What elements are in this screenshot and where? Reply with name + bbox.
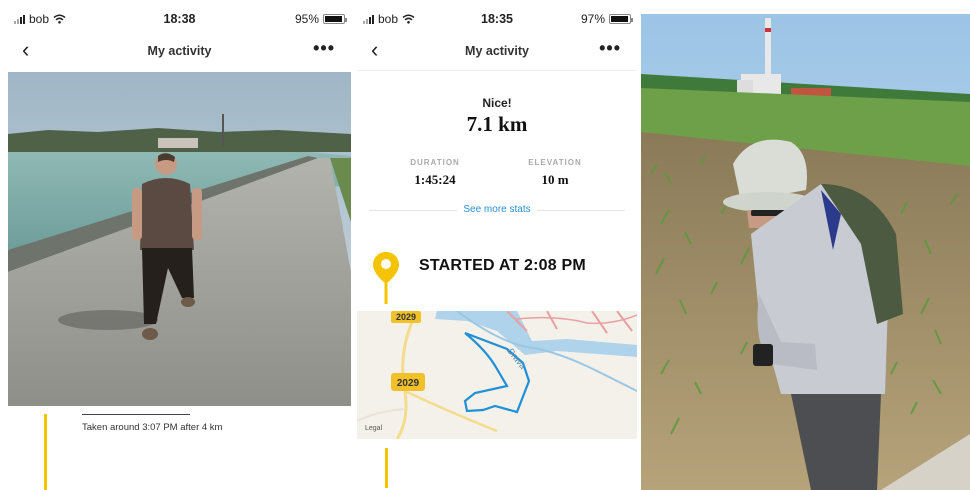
- header-divider: [357, 70, 637, 71]
- caption-divider: [82, 414, 190, 415]
- see-more-label: See more stats: [457, 204, 537, 215]
- page-title: My activity: [465, 44, 529, 58]
- walk-photo[interactable]: [8, 72, 351, 406]
- battery-icon: [609, 14, 633, 24]
- battery-percent: 97%: [580, 12, 605, 26]
- route-map[interactable]: 2029 2029 Drava: [357, 311, 637, 439]
- start-time-label: STARTED AT 2:08 PM: [419, 257, 586, 274]
- nav-bar: ‹ My activity •••: [357, 38, 637, 64]
- field-photo[interactable]: [641, 14, 970, 490]
- nav-bar: ‹ My activity •••: [8, 38, 351, 64]
- stat-value: 10 m: [541, 172, 569, 187]
- field-photo-panel: [641, 14, 970, 490]
- photo-caption: Taken around 3:07 PM after 4 km: [82, 422, 223, 433]
- stat-elevation: ELEVATION 10 m: [505, 158, 605, 188]
- stat-label: ELEVATION: [528, 158, 582, 167]
- stat-value: 1:45:24: [414, 172, 456, 187]
- activity-photo-screen: bob 18:38 95% ‹ My activity ••• Taken ar…: [8, 0, 351, 490]
- page-title: My activity: [147, 44, 212, 58]
- headline: Nice!: [482, 96, 512, 110]
- status-bar: bob 18:38 95%: [8, 12, 351, 28]
- more-options-button[interactable]: •••: [599, 38, 621, 59]
- see-more-stats-link[interactable]: See more stats: [357, 204, 637, 215]
- stat-duration: DURATION 1:45:24: [385, 158, 485, 188]
- location-pin-icon: [373, 252, 399, 304]
- road-label-mid: 2029: [397, 378, 420, 389]
- map-legal-link[interactable]: Legal: [365, 425, 382, 432]
- more-options-button[interactable]: •••: [313, 38, 335, 59]
- activity-summary-screen: bob 18:35 97% ‹ My activity ••• Nice! 7.…: [357, 0, 637, 490]
- timeline-bar: [44, 414, 47, 490]
- timeline-bar: [385, 448, 388, 488]
- screenshot-collage: bob 18:38 95% ‹ My activity ••• Taken ar…: [0, 0, 970, 490]
- battery-percent: 95%: [294, 12, 319, 26]
- stat-label: DURATION: [410, 158, 460, 167]
- distance-value: 7.1 km: [466, 112, 528, 136]
- battery-icon: [323, 14, 347, 24]
- status-bar: bob 18:35 97%: [357, 12, 637, 28]
- road-label-top: 2029: [396, 312, 416, 322]
